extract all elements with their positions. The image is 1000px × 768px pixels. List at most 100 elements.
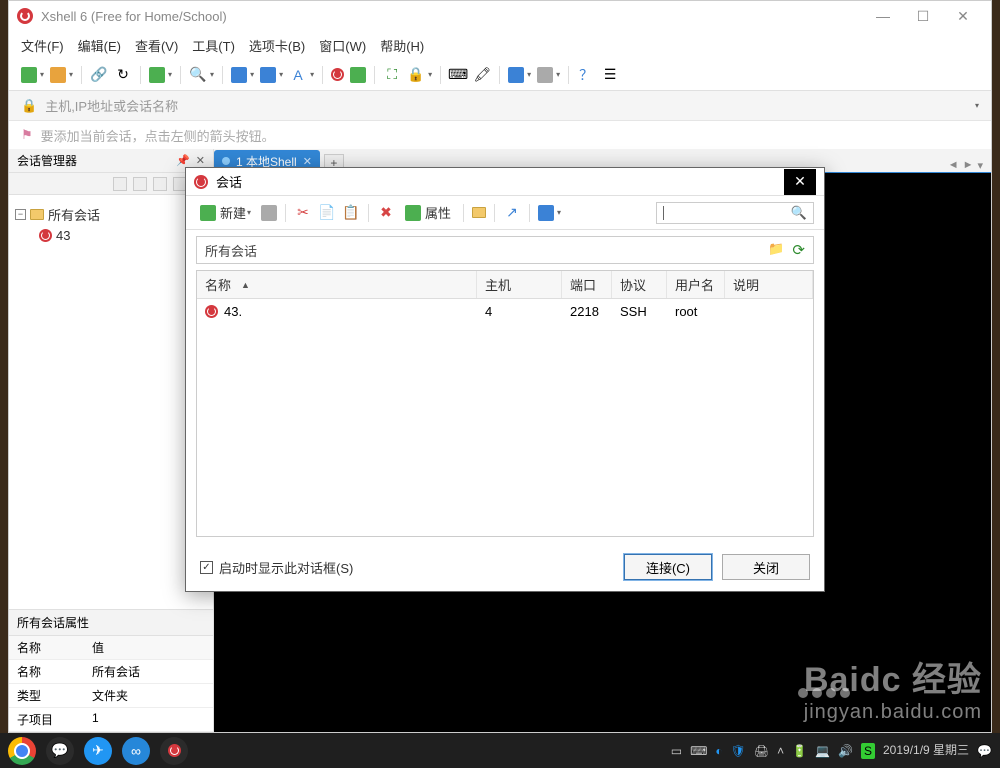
search-icon[interactable]: 🔍	[189, 66, 207, 84]
close-button[interactable]: 关闭	[722, 554, 810, 580]
properties-button[interactable]: 属性	[401, 201, 455, 224]
chrome-icon[interactable]	[8, 737, 36, 765]
tray-icon[interactable]: 🛡	[731, 744, 746, 758]
shortcut-icon[interactable]: ↗	[503, 204, 521, 222]
sidebar-close-icon[interactable]: ✕	[196, 154, 205, 167]
tray-icon[interactable]: ▭	[671, 744, 682, 758]
tree-item[interactable]: 43	[15, 226, 207, 245]
folder-icon[interactable]	[472, 207, 486, 218]
fullscreen-icon[interactable]: ⛶	[383, 66, 401, 84]
link-icon[interactable]: 🔗	[90, 66, 108, 84]
view-icon[interactable]	[538, 205, 554, 221]
menu-view[interactable]: 查看(V)	[135, 36, 178, 55]
baidu-icon[interactable]: ∞	[122, 737, 150, 765]
layout-icon[interactable]	[537, 67, 553, 83]
tray-volume-icon[interactable]: 🔊	[838, 744, 853, 758]
settings-icon[interactable]: ☰	[601, 66, 619, 84]
menu-help[interactable]: 帮助(H)	[380, 36, 424, 55]
refresh-icon[interactable]: ⟳	[792, 241, 805, 259]
tab-menu-icon[interactable]: ▾	[977, 159, 983, 172]
tray-clock[interactable]: 2019/1/9 星期三	[883, 743, 969, 757]
taskbar: 💬 ✈ ∞ ▭ ⌨ ◐ 🛡 🖨 ˄ 🔋 💻 🔊 S 2019/1/9 星期三 💬	[0, 733, 1000, 768]
swirl-icon[interactable]	[331, 68, 344, 81]
menu-file[interactable]: 文件(F)	[21, 36, 64, 55]
tray-chevron-icon[interactable]: ˄	[777, 744, 784, 758]
minimize-button[interactable]: —	[863, 1, 903, 31]
tray-battery-icon[interactable]: 🔋	[792, 744, 807, 758]
tree-root[interactable]: − 所有会话	[15, 203, 207, 226]
copy-icon[interactable]: 📄	[318, 204, 336, 222]
copy-icon[interactable]	[231, 67, 247, 83]
tray-icon[interactable]: ◐	[715, 744, 722, 758]
col-desc[interactable]: 说明	[725, 271, 813, 298]
maximize-button[interactable]: ☐	[903, 1, 943, 31]
menu-edit[interactable]: 编辑(E)	[78, 36, 121, 55]
new-button[interactable]: 新建 ▾	[196, 201, 255, 224]
table-row[interactable]: 43. 4 2218 SSH root	[197, 299, 813, 324]
save-icon[interactable]	[261, 205, 277, 221]
sidebar-pin-icon[interactable]: 📌	[176, 154, 190, 167]
menu-tools[interactable]: 工具(T)	[192, 36, 235, 55]
wechat-icon[interactable]: 💬	[46, 737, 74, 765]
flag-icon: ⚑	[21, 127, 33, 143]
addressbar[interactable]: 🔒 主机,IP地址或会话名称 ▾	[9, 91, 991, 121]
watermark-brand: Baidc 经验	[804, 652, 982, 701]
paste-icon[interactable]	[260, 67, 276, 83]
connect-button[interactable]: 连接(C)	[624, 554, 712, 580]
search-icon: 🔍	[791, 205, 807, 221]
xshell-icon[interactable]	[160, 737, 188, 765]
path-label: 所有会话	[205, 241, 257, 260]
script-icon[interactable]	[350, 67, 366, 83]
props-val: 文件夹	[84, 684, 213, 708]
sidebar-tool-icon[interactable]	[113, 177, 127, 191]
collapse-icon[interactable]: −	[15, 209, 26, 220]
tray-network-icon[interactable]: 💻	[815, 744, 830, 758]
keyboard-icon[interactable]: ⌨	[449, 66, 467, 84]
app-icon	[17, 8, 33, 24]
tray-notifications-icon[interactable]: 💬	[977, 744, 992, 758]
tray-ime-icon[interactable]: S	[861, 743, 875, 759]
startup-checkbox[interactable]: ✓ 启动时显示此对话框(S)	[200, 558, 353, 577]
tree-root-label: 所有会话	[48, 205, 100, 224]
lock-icon[interactable]: 🔒	[407, 66, 425, 84]
col-name[interactable]: 名称▲	[197, 271, 477, 298]
sidebar-tool-icon[interactable]	[153, 177, 167, 191]
tab-status-icon	[222, 157, 230, 165]
tab-close-icon[interactable]: ✕	[303, 155, 312, 168]
menu-tabs[interactable]: 选项卡(B)	[249, 36, 305, 55]
checkbox-label: 启动时显示此对话框(S)	[219, 558, 353, 577]
dialog-close-button[interactable]: ✕	[784, 169, 816, 195]
addtab-icon[interactable]	[508, 67, 524, 83]
highlight-icon[interactable]: 🖍	[473, 66, 491, 84]
tab-prev-icon[interactable]: ◄	[948, 159, 959, 172]
col-port[interactable]: 端口	[562, 271, 612, 298]
col-host[interactable]: 主机	[477, 271, 562, 298]
sidebar-tool-icon[interactable]	[133, 177, 147, 191]
reconnect-icon[interactable]: ↻	[114, 66, 132, 84]
cut-icon[interactable]: ✂	[294, 204, 312, 222]
tray-date: 2019/1/9 星期三	[883, 743, 969, 757]
new-session-icon[interactable]	[21, 67, 37, 83]
menu-window[interactable]: 窗口(W)	[319, 36, 366, 55]
open-icon[interactable]	[50, 67, 66, 83]
dialog-path[interactable]: 所有会话 📁 ⟳	[196, 236, 814, 264]
tray-icon[interactable]: 🖨	[754, 744, 769, 758]
address-dropdown-icon[interactable]: ▾	[975, 101, 979, 110]
tab-next-icon[interactable]: ►	[963, 159, 974, 172]
font-icon[interactable]: A	[289, 66, 307, 84]
transfer-icon[interactable]	[149, 67, 165, 83]
tray-icon[interactable]: ⌨	[690, 744, 707, 758]
dialog-footer: ✓ 启动时显示此对话框(S) 连接(C) 关闭	[186, 543, 824, 591]
help-icon[interactable]: ？	[577, 66, 595, 84]
col-user[interactable]: 用户名	[667, 271, 725, 298]
checkbox-icon: ✓	[200, 561, 213, 574]
folder-nav-icon[interactable]: 📁	[768, 241, 784, 259]
app-icon[interactable]: ✈	[84, 737, 112, 765]
close-button[interactable]: ✕	[943, 1, 983, 31]
props-key: 子项目	[9, 708, 84, 732]
col-proto[interactable]: 协议	[612, 271, 667, 298]
dialog-search-input[interactable]: 🔍	[656, 202, 814, 224]
delete-icon[interactable]: ✖	[377, 204, 395, 222]
sidebar-ribbon	[9, 173, 213, 195]
paste-icon[interactable]: 📋	[342, 204, 360, 222]
